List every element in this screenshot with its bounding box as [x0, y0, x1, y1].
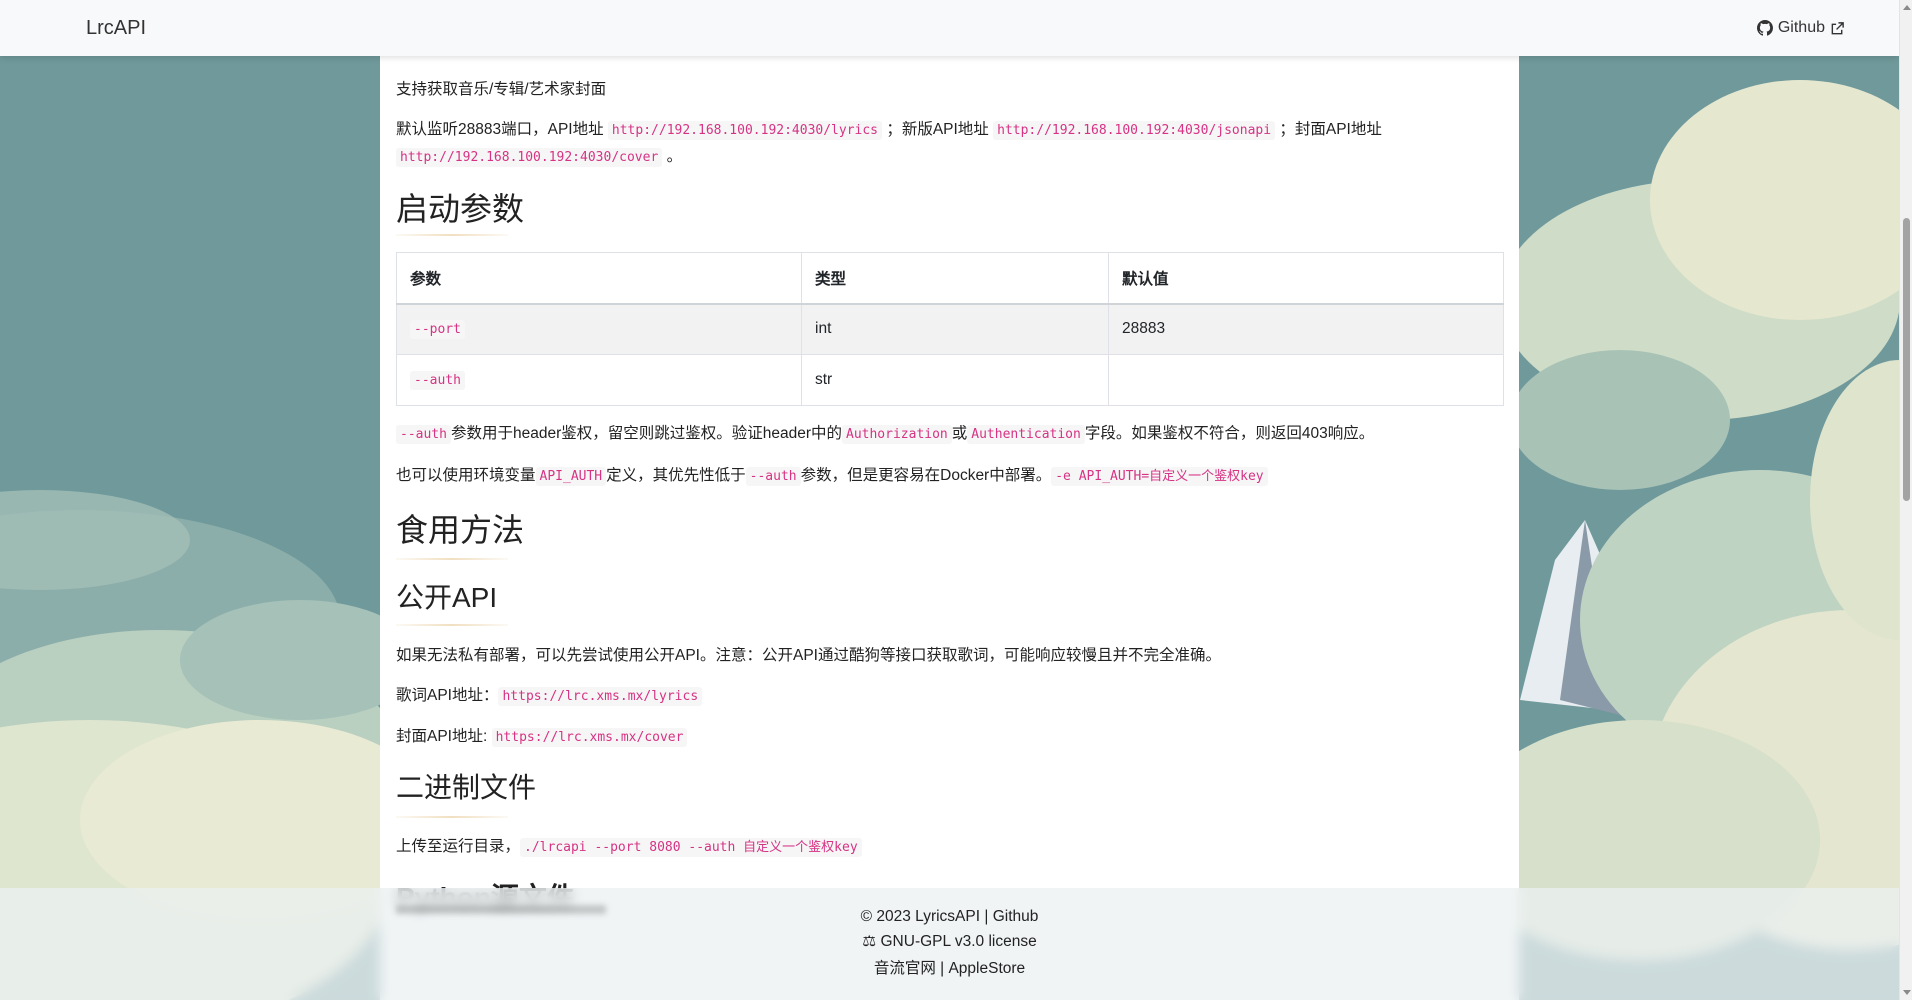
scroll-up-icon[interactable] — [1903, 5, 1911, 10]
scroll-thumb[interactable] — [1903, 218, 1910, 501]
cover-url-end: 。 — [662, 148, 683, 165]
cover-url-line: http://192.168.100.192:4030/cover 。 — [396, 144, 682, 170]
default-port-prefix: 默认监听28883端口，API地址 — [396, 121, 608, 138]
heading-underline — [396, 816, 508, 818]
lyrics-api-line: 歌词API地址： https://lrc.xms.mx/lyrics — [396, 683, 703, 709]
auth-note: --auth 参数用于header鉴权，留空则跳过鉴权。验证header中的 Aut… — [396, 421, 1374, 447]
lyrics-api-url-code: https://lrc.xms.mx/lyrics — [498, 687, 703, 706]
heading-underline — [396, 558, 508, 560]
params-table: 参数 类型 默认值 --port int 28883 --auth str — [396, 252, 1504, 406]
table-cell-default: 28883 — [1108, 303, 1504, 355]
table-row: --port int 28883 — [396, 303, 1504, 355]
footer-line-1: © 2023 LyricsAPI | Github — [0, 908, 1899, 926]
cover-api-url-code: http://192.168.100.192:4030/cover — [396, 148, 663, 167]
scroll-down-icon[interactable] — [1903, 990, 1911, 995]
binary-desc-line: 上传至运行目录， ./lrcapi --port 8080 --auth 自定义一… — [396, 834, 862, 860]
json-api-url-code: http://192.168.100.192:4030/jsonapi — [993, 121, 1276, 140]
github-icon — [1756, 20, 1773, 36]
auth-code: --auth — [745, 467, 801, 486]
auth-note-text2: 或 — [951, 425, 968, 442]
col-header-type: 类型 — [801, 252, 1109, 305]
footer-appstore-link[interactable]: AppleStore — [948, 960, 1025, 977]
binary-cmd-code: ./lrcapi --port 8080 --auth 自定义一个鉴权key — [520, 838, 862, 857]
footer-official-link[interactable]: 音流官网 — [874, 960, 936, 977]
footer: ▬▬▬▬▬▬▬ © 2023 LyricsAPI | Github ⚖ GNU-… — [0, 888, 1899, 1000]
heading-underline — [396, 624, 508, 626]
default-port-mid2: ；封面API地址 — [1275, 121, 1382, 138]
cover-api-url-code: https://lrc.xms.mx/cover — [491, 728, 688, 747]
table-cell-type: int — [801, 303, 1109, 355]
usage-heading: 食用方法 — [396, 512, 525, 548]
auth-note-text3: 字段。如果鉴权不符合，则返回403响应。 — [1084, 425, 1375, 442]
public-api-desc: 如果无法私有部署，可以先尝试使用公开API。注意：公开API通过酷狗等接口获取歌… — [396, 647, 1221, 664]
authentication-code: Authentication — [967, 425, 1085, 444]
cover-support-text: 支持获取音乐/专辑/艺术家封面 — [396, 81, 607, 98]
authorization-code: Authorization — [842, 425, 952, 444]
table-cell-param: --port — [396, 303, 802, 355]
scale-icon: ⚖ — [862, 933, 877, 950]
env-note: 也可以使用环境变量 API_AUTH 定义，其优先性低于 --auth 参数，但是更容易… — [396, 463, 1268, 489]
footer-separator: | — [935, 960, 949, 977]
table-cell-type: str — [801, 354, 1109, 406]
binary-heading: 二进制文件 — [396, 772, 537, 803]
param-code: --port — [410, 320, 465, 340]
env-note-text3: 参数，但是更容易在Docker中部署。 — [800, 467, 1052, 484]
navbar: LrcAPI Github — [0, 0, 1899, 56]
param-code: --auth — [410, 371, 465, 390]
brand-link[interactable]: LrcAPI — [86, 17, 146, 40]
startup-params-heading: 启动参数 — [396, 191, 525, 227]
lyrics-api-label: 歌词API地址： — [396, 687, 499, 704]
github-label: Github — [1777, 19, 1825, 36]
env-note-text2: 定义，其优先性低于 — [606, 467, 746, 484]
auth-note-text1: 参数用于header鉴权，留空则跳过鉴权。验证header中的 — [450, 425, 842, 442]
readme-content: Python, ... 支持获取音乐/专辑/艺术家封面 默认监听28883端口，… — [380, 0, 1519, 1000]
col-header-default: 默认值 — [1108, 252, 1504, 305]
docker-env-code: -e API_AUTH=自定义一个鉴权key — [1051, 467, 1268, 486]
default-port-mid1: ；新版API地址 — [882, 121, 994, 138]
footer-copyright: © 2023 LyricsAPI — [860, 908, 981, 925]
env-var-code: API_AUTH — [535, 467, 607, 486]
footer-github-link[interactable]: Github — [993, 908, 1039, 925]
auth-code: --auth — [396, 425, 451, 444]
footer-separator: | — [980, 908, 993, 925]
table-cell-default — [1108, 354, 1504, 406]
table-cell-param: --auth — [396, 354, 802, 406]
footer-line-3: 音流官网 | AppleStore — [0, 956, 1899, 978]
vertical-scrollbar[interactable] — [1899, 0, 1912, 1000]
api-url-code: http://192.168.100.192:4030/lyrics — [607, 121, 883, 140]
col-header-param: 参数 — [396, 252, 802, 305]
table-row: --auth str — [396, 354, 1504, 406]
footer-license-link[interactable]: GNU-GPL v3.0 license — [881, 933, 1037, 950]
github-link[interactable]: Github — [1756, 19, 1845, 37]
footer-line-2: ⚖ GNU-GPL v3.0 license — [0, 932, 1899, 951]
cover-api-label: 封面API地址: — [396, 728, 492, 745]
cover-api-line: 封面API地址: https://lrc.xms.mx/cover — [396, 724, 688, 750]
public-api-heading: 公开API — [396, 582, 498, 613]
env-note-text1: 也可以使用环境变量 — [396, 467, 536, 484]
heading-underline — [396, 234, 508, 236]
binary-desc: 上传至运行目录， — [396, 838, 521, 855]
external-link-icon — [1831, 21, 1844, 34]
default-port-text: 默认监听28883端口，API地址 http://192.168.100.192… — [396, 117, 1382, 143]
